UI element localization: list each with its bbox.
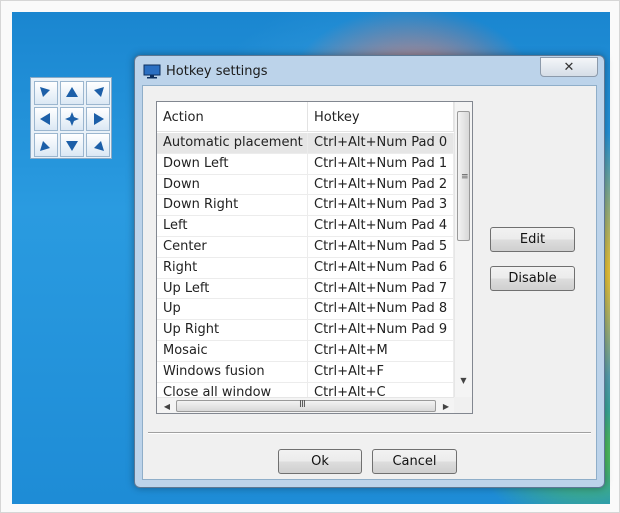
cell-hotkey: Ctrl+Alt+F [308, 361, 454, 382]
arrow-down-icon[interactable] [60, 133, 84, 157]
table-row[interactable]: Center Ctrl+Alt+Num Pad 5 [157, 236, 454, 258]
cell-action: Down Left [157, 153, 308, 174]
title-bar[interactable]: Hotkey settings ✕ [135, 56, 604, 86]
table-row[interactable]: Mosaic Ctrl+Alt+M [157, 340, 454, 362]
cell-hotkey: Ctrl+Alt+Num Pad 5 [308, 236, 454, 257]
scroll-right-icon[interactable]: ▶ [438, 398, 454, 413]
table-row[interactable]: Up Right Ctrl+Alt+Num Pad 9 [157, 320, 454, 341]
edit-button[interactable]: Edit [490, 227, 575, 252]
arrow-right-icon[interactable] [86, 107, 110, 131]
table-row[interactable]: Left Ctrl+Alt+Num Pad 4 [157, 216, 454, 237]
cell-hotkey: Ctrl+Alt+Num Pad 7 [308, 278, 454, 299]
arrow-up-left-icon[interactable] [34, 81, 58, 105]
table-row[interactable]: Down Right Ctrl+Alt+Num Pad 3 [157, 195, 454, 217]
dialog-title: Hotkey settings [166, 64, 268, 79]
cell-hotkey: Ctrl+Alt+Num Pad 8 [308, 299, 454, 320]
cell-action: Up [157, 299, 308, 320]
cell-action: Down Right [157, 195, 308, 216]
cell-hotkey: Ctrl+Alt+Num Pad 6 [308, 257, 454, 278]
cell-action: Mosaic [157, 340, 308, 361]
hotkey-settings-dialog: Hotkey settings ✕ Action Hotkey Automati… [134, 55, 605, 488]
separator [148, 432, 591, 434]
cell-hotkey: Ctrl+Alt+Num Pad 0 [308, 133, 454, 153]
cell-action: Close all window [157, 382, 308, 397]
arrow-down-right-icon[interactable] [86, 133, 110, 157]
cell-action: Down [157, 174, 308, 195]
arrow-up-right-icon[interactable] [86, 81, 110, 105]
table-row[interactable]: Close all window Ctrl+Alt+C [157, 382, 454, 397]
cell-action: Windows fusion [157, 361, 308, 382]
table-row[interactable]: Right Ctrl+Alt+Num Pad 6 [157, 257, 454, 279]
table-row[interactable]: Down Left Ctrl+Alt+Num Pad 1 [157, 153, 454, 175]
cell-hotkey: Ctrl+Alt+Num Pad 4 [308, 216, 454, 236]
scroll-down-icon[interactable]: ▼ [455, 372, 472, 389]
move-center-icon[interactable] [60, 107, 84, 131]
table-body: Automatic placement Ctrl+Alt+Num Pad 0 Dow… [157, 133, 454, 397]
arrow-up-icon[interactable] [60, 81, 84, 105]
arrow-left-icon[interactable] [34, 107, 58, 131]
scroll-left-icon[interactable]: ◀ [159, 398, 175, 413]
table-row[interactable]: Up Left Ctrl+Alt+Num Pad 7 [157, 278, 454, 300]
ok-button[interactable]: Ok [278, 449, 362, 474]
cell-hotkey: Ctrl+Alt+Num Pad 2 [308, 174, 454, 195]
horizontal-scroll-thumb[interactable]: Ⅲ [176, 399, 436, 412]
table-header: Action Hotkey [157, 102, 454, 132]
table-row[interactable]: Down Ctrl+Alt+Num Pad 2 [157, 174, 454, 196]
cell-hotkey: Ctrl+Alt+Num Pad 1 [308, 153, 454, 174]
cell-action: Right [157, 257, 308, 278]
cell-hotkey: Ctrl+Alt+C [308, 382, 454, 397]
cell-action: Automatic placement [157, 133, 308, 153]
table-row[interactable]: Windows fusion Ctrl+Alt+F [157, 361, 454, 383]
hotkey-table: Action Hotkey Automatic placement Ctrl+Al… [156, 101, 473, 414]
disable-button[interactable]: Disable [490, 266, 575, 291]
column-header-hotkey[interactable]: Hotkey [308, 102, 454, 132]
close-icon: ✕ [563, 59, 575, 75]
cell-action: Center [157, 236, 308, 257]
cell-action: Left [157, 216, 308, 236]
vertical-scroll-thumb[interactable]: ≡ [457, 111, 470, 241]
vertical-scrollbar[interactable]: ≡ ▼ [454, 102, 472, 397]
cell-action: Up Right [157, 320, 308, 340]
close-button[interactable]: ✕ [540, 57, 598, 77]
column-header-action[interactable]: Action [157, 102, 308, 132]
table-row[interactable]: Up Ctrl+Alt+Num Pad 8 [157, 299, 454, 321]
cell-hotkey: Ctrl+Alt+Num Pad 9 [308, 320, 454, 340]
table-row[interactable]: Automatic placement Ctrl+Alt+Num Pad 0 [157, 133, 454, 154]
window-placement-pad [30, 77, 112, 159]
cancel-button[interactable]: Cancel [372, 449, 457, 474]
cell-hotkey: Ctrl+Alt+M [308, 340, 454, 361]
arrow-down-left-icon[interactable] [34, 133, 58, 157]
cell-action: Up Left [157, 278, 308, 299]
dialog-client-area: Action Hotkey Automatic placement Ctrl+Al… [142, 85, 597, 480]
cell-hotkey: Ctrl+Alt+Num Pad 3 [308, 195, 454, 216]
monitor-icon [143, 64, 161, 79]
horizontal-scrollbar[interactable]: ◀ Ⅲ ▶ [157, 397, 454, 413]
